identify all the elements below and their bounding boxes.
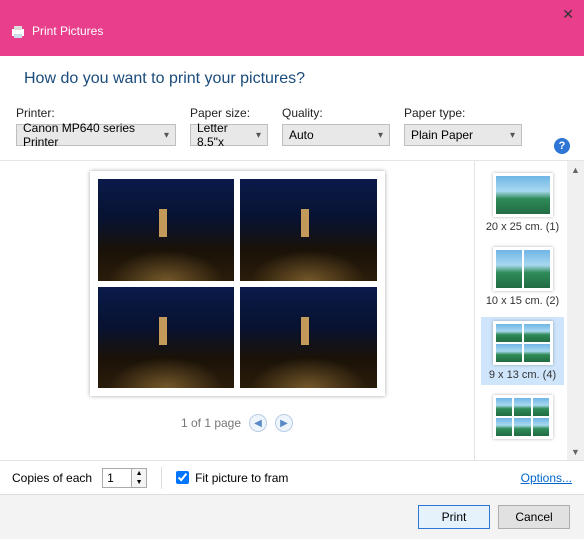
layout-thumb [524, 344, 550, 362]
close-icon[interactable]: ✕ [562, 6, 574, 23]
chevron-down-icon: ▾ [510, 130, 515, 141]
copies-stepper[interactable]: ▲▼ [102, 468, 147, 488]
layout-label: 9 x 13 cm. (4) [489, 369, 556, 381]
layout-thumb [496, 324, 522, 342]
layout-thumb [514, 398, 531, 416]
footer: Print Cancel [0, 494, 584, 539]
layout-thumb [533, 398, 550, 416]
quality-value: Auto [289, 128, 314, 142]
layout-option[interactable]: 9 x 13 cm. (4) [481, 317, 564, 385]
layout-option[interactable]: 10 x 15 cm. (2) [481, 243, 564, 311]
window-title: Print Pictures [32, 24, 103, 38]
layout-thumb [496, 418, 513, 436]
paper-size-value: Letter 8.5"x [197, 121, 250, 149]
quality-dropdown[interactable]: Auto ▾ [282, 124, 390, 146]
cancel-button[interactable]: Cancel [498, 505, 570, 529]
next-page-button[interactable]: ▶ [275, 414, 293, 432]
page-preview [90, 171, 385, 396]
pager: 1 of 1 page ◀ ▶ [181, 414, 293, 432]
layout-thumb [514, 418, 531, 436]
quality-label: Quality: [282, 106, 390, 120]
layout-card [493, 173, 553, 217]
photo-thumbnail [240, 179, 377, 281]
chevron-down-icon: ▾ [256, 130, 261, 141]
separator [161, 467, 162, 489]
layout-thumb [496, 250, 522, 288]
scrollbar[interactable]: ▲ ▼ [567, 161, 584, 460]
options-link[interactable]: Options... [521, 471, 572, 485]
paper-type-value: Plain Paper [411, 128, 473, 142]
chevron-down-icon: ▾ [378, 130, 383, 141]
fit-checkbox-wrap[interactable]: Fit picture to fram [176, 471, 288, 485]
layout-panel: 20 x 25 cm. (1) 10 x 15 cm. (2) 9 x 13 cm.… [474, 161, 584, 460]
layout-thumb [496, 176, 550, 214]
layout-label: 10 x 15 cm. (2) [486, 295, 559, 307]
layout-card [493, 321, 553, 365]
layout-option[interactable]: 20 x 25 cm. (1) [481, 169, 564, 237]
spin-down-icon[interactable]: ▼ [132, 478, 146, 487]
copies-label: Copies of each [12, 471, 92, 485]
printer-dropdown[interactable]: Canon MP640 series Printer ▾ [16, 124, 176, 146]
layout-label: 20 x 25 cm. (1) [486, 221, 559, 233]
fit-checkbox[interactable] [176, 471, 189, 484]
layout-thumb [496, 344, 522, 362]
print-button[interactable]: Print [418, 505, 490, 529]
bottom-bar: Copies of each ▲▼ Fit picture to fram Op… [0, 460, 584, 494]
layout-card [493, 247, 553, 291]
printer-value: Canon MP640 series Printer [23, 121, 158, 149]
question-heading: How do you want to print your pictures? [0, 56, 584, 102]
photo-thumbnail [98, 287, 235, 389]
prev-page-button[interactable]: ◀ [249, 414, 267, 432]
photo-thumbnail [98, 179, 235, 281]
scroll-down-icon[interactable]: ▼ [567, 443, 584, 460]
main-area: 1 of 1 page ◀ ▶ 20 x 25 cm. (1) 10 x 15 c… [0, 160, 584, 460]
scroll-up-icon[interactable]: ▲ [567, 161, 584, 178]
spin-up-icon[interactable]: ▲ [132, 469, 146, 478]
layout-thumb [533, 418, 550, 436]
pager-text: 1 of 1 page [181, 416, 241, 430]
fit-label: Fit picture to fram [195, 471, 288, 485]
layout-thumb [524, 250, 550, 288]
printer-icon [10, 24, 26, 40]
paper-type-label: Paper type: [404, 106, 522, 120]
paper-type-dropdown[interactable]: Plain Paper ▾ [404, 124, 522, 146]
preview-pane: 1 of 1 page ◀ ▶ [0, 161, 474, 460]
copies-input[interactable] [103, 469, 131, 487]
paper-size-label: Paper size: [190, 106, 268, 120]
titlebar: ✕ Print Pictures [0, 0, 584, 56]
layout-thumb [496, 398, 513, 416]
paper-size-dropdown[interactable]: Letter 8.5"x ▾ [190, 124, 268, 146]
print-controls: Printer: Canon MP640 series Printer ▾ Pap… [0, 102, 584, 160]
help-icon[interactable]: ? [554, 138, 570, 154]
layout-thumb [524, 324, 550, 342]
layout-option[interactable] [481, 391, 564, 443]
photo-thumbnail [240, 287, 377, 389]
printer-label: Printer: [16, 106, 176, 120]
chevron-down-icon: ▾ [164, 130, 169, 141]
layout-card [493, 395, 553, 439]
